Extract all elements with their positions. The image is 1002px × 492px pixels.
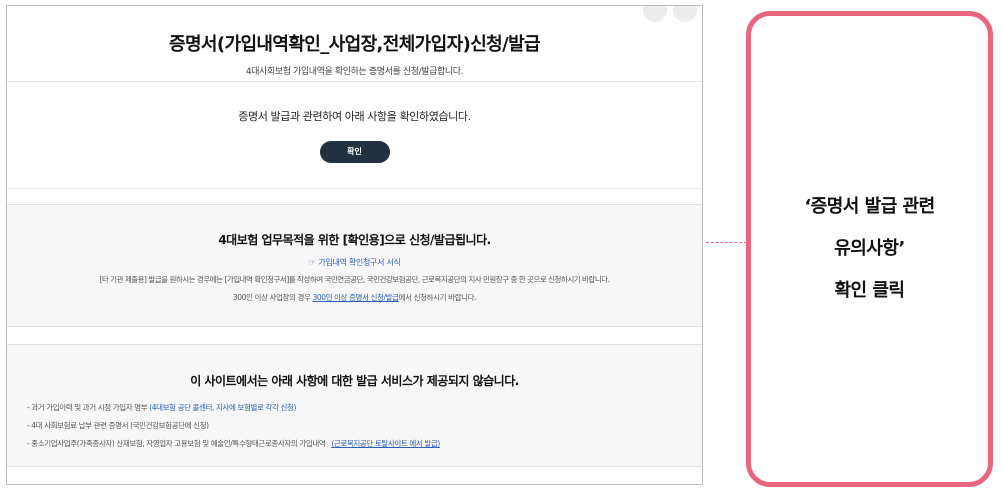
callout-line: 유의사항’	[834, 238, 905, 259]
list-item: - 과거 가입이력 및 과거 시점 가입자 명부 (4대보험 공단 콜센터, 지…	[27, 402, 702, 413]
page-subtitle: 4대사회보험 가입내역을 확인하는 증명서를 신청/발급합니다.	[245, 67, 464, 77]
notice-item-highlight: (4대보험 공단 콜센터, 지사에 보험별로 각각 신청)	[149, 403, 296, 412]
screenshot-frame: 증명서(가입내역확인_사업장,전체가입자)신청/발급 4대사회보험 가입내역을 …	[6, 5, 703, 485]
callout-card: ‘증명서 발급 관련 유의사항’ 확인 클릭	[746, 11, 993, 487]
info-desc2-suffix: 에서 신청하시기 바랍니다.	[398, 293, 477, 302]
callout-line: ‘증명서 발급 관련	[804, 196, 935, 217]
info-desc2-prefix: 300인 이상 사업장의 경우	[232, 293, 311, 302]
callout-line: 확인 클릭	[834, 280, 905, 301]
total-site-link[interactable]: (근로복지공단 토탈사이트 에서 발급)	[331, 439, 440, 448]
info-description: [타 기관 제출용] 발급을 원하시는 경우에는 [가입내역 확인청구서]를 작…	[99, 275, 610, 284]
notice-item-text: - 중소기업사업주(가족종사자) 산재보험, 자영업자 고용보험 및 예술인/특…	[27, 439, 326, 448]
notice-list: - 과거 가입이력 및 과거 시점 가입자 명부 (4대보험 공단 콜센터, 지…	[7, 402, 702, 449]
large-business-link[interactable]: 300인 이상 증명서 신청/발급	[312, 293, 399, 302]
application-form-link[interactable]: ☞ 가입내역 확인청구서 서식	[7, 257, 702, 268]
list-item: - 4대 사회보험료 납부 관련 증명서 (국민건강보험공단에 신청)	[27, 420, 702, 431]
notice-item-text: - 과거 가입이력 및 과거 시점 가입자 명부	[27, 403, 148, 412]
confirm-section: 증명서 발급과 관련하여 아래 사항을 확인하였습니다. 확인	[7, 82, 702, 189]
page-header: 증명서(가입내역확인_사업장,전체가입자)신청/발급 4대사회보험 가입내역을 …	[7, 6, 702, 82]
pointing-hand-icon: ☞	[308, 258, 316, 267]
confirm-button[interactable]: 확인	[319, 141, 390, 163]
callout-text: ‘증명서 발급 관련 유의사항’ 확인 클릭	[804, 186, 935, 312]
notice-item-text: - 4대 사회보험료 납부 관련 증명서 (국민건강보험공단에 신청)	[27, 421, 209, 430]
info-description-300: 300인 이상 사업장의 경우 300인 이상 증명서 신청/발급에서 신청하시…	[7, 292, 702, 303]
application-form-link-label: 가입내역 확인청구서 서식	[318, 258, 401, 267]
info-section: 4대보험 업무목적을 위한 [확인용]으로 신청/발급됩니다. ☞ 가입내역 확인…	[7, 204, 702, 327]
info-title: 4대보험 업무목적을 위한 [확인용]으로 신청/발급됩니다.	[218, 233, 491, 247]
notice-title: 이 사이트에서는 아래 사항에 대한 발급 서비스가 제공되지 않습니다.	[190, 374, 519, 388]
confirm-text: 증명서 발급과 관련하여 아래 사항을 확인하였습니다.	[238, 110, 471, 123]
spacer	[7, 189, 702, 204]
page-title: 증명서(가입내역확인_사업장,전체가입자)신청/발급	[168, 34, 541, 55]
callout-connector	[706, 242, 747, 243]
notice-section: 이 사이트에서는 아래 사항에 대한 발급 서비스가 제공되지 않습니다. - …	[7, 344, 702, 467]
list-item: - 중소기업사업주(가족종사자) 산재보험, 자영업자 고용보험 및 예술인/특…	[27, 438, 702, 449]
